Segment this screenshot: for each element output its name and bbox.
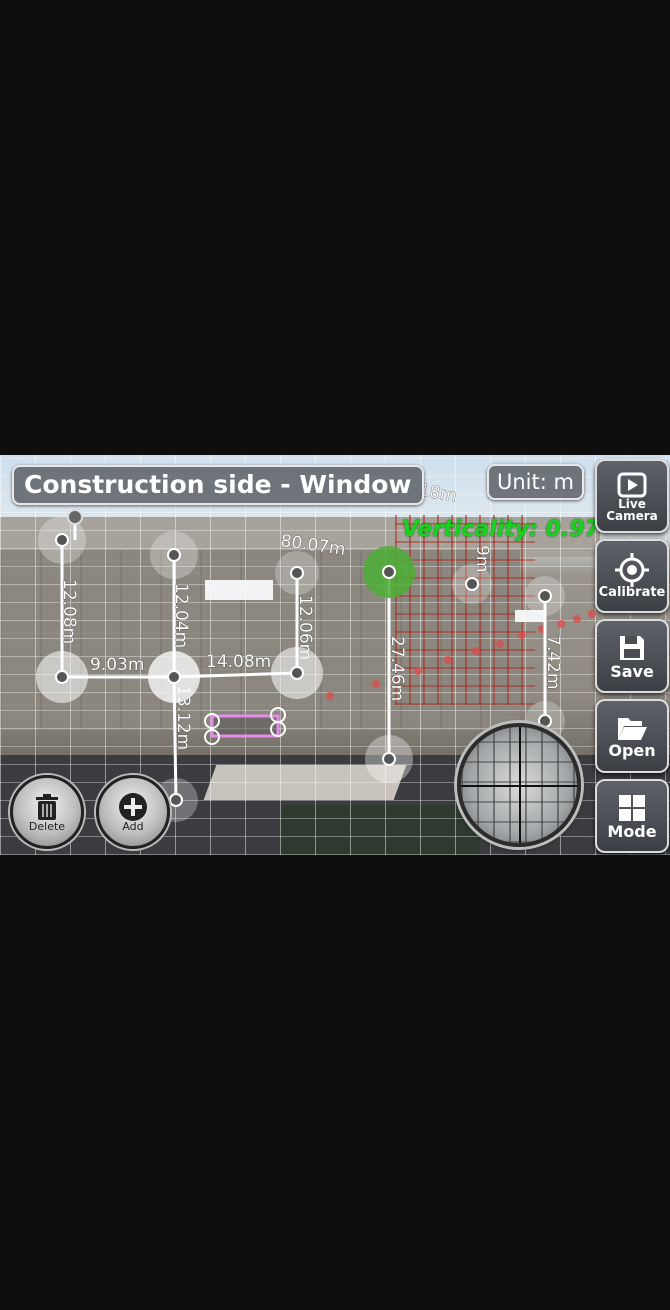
- folder-open-icon: [618, 717, 647, 740]
- save-label: Save: [610, 661, 654, 681]
- point-handle: [67, 509, 83, 525]
- plus-icon: [119, 792, 147, 821]
- project-title[interactable]: Construction side - Window: [12, 465, 424, 505]
- calibrate-button[interactable]: Calibrate: [595, 539, 669, 613]
- point-handle: [36, 651, 88, 703]
- camera-viewport[interactable]: 12.08m 12.04m 12.06m 9.03m 14.08m 13.12m…: [0, 455, 670, 855]
- guide-dots: [326, 605, 609, 700]
- open-label: Open: [608, 740, 656, 760]
- measurement-label: 27.46m: [387, 636, 407, 701]
- selected-point-handle: [363, 546, 415, 598]
- mode-label: Mode: [607, 821, 657, 841]
- floppy-disk-icon: [620, 635, 644, 660]
- measurement-label: 7.42m: [543, 635, 563, 689]
- save-button[interactable]: Save: [595, 619, 669, 693]
- unit-selector[interactable]: Unit: m: [487, 464, 584, 500]
- point-handle: [150, 531, 198, 579]
- trash-icon: [36, 793, 58, 820]
- measurement-label: 14.08m: [206, 652, 271, 672]
- live-camera-label-2: Camera: [606, 509, 658, 523]
- measurement-label: 9.03m: [90, 655, 144, 675]
- calibrate-label: Calibrate: [598, 585, 666, 600]
- point-handle: [452, 564, 492, 604]
- crosshair-icon: [615, 553, 649, 587]
- measurement-label: 12.08m: [59, 579, 79, 644]
- measurement-label: 12.04m: [171, 583, 191, 648]
- delete-button[interactable]: Delete: [10, 775, 84, 849]
- magnifier-lens: [457, 723, 581, 847]
- open-button[interactable]: Open: [595, 699, 669, 773]
- point-handle: [525, 576, 565, 616]
- camera-play-icon: [617, 472, 647, 498]
- add-button[interactable]: Add: [96, 775, 170, 849]
- selection-rectangle[interactable]: [210, 714, 280, 738]
- mode-button[interactable]: Mode: [595, 779, 669, 853]
- point-handle: [275, 551, 319, 595]
- point-handle: [365, 735, 413, 783]
- add-button-label: Add: [122, 819, 144, 833]
- point-handle: [271, 647, 323, 699]
- grid-icon: [619, 794, 645, 821]
- point-handle: [148, 651, 200, 703]
- delete-button-label: Delete: [28, 819, 66, 833]
- verticality-readout: Verticality: 0.97: [402, 517, 600, 542]
- live-camera-button[interactable]: Live Camera: [595, 459, 669, 533]
